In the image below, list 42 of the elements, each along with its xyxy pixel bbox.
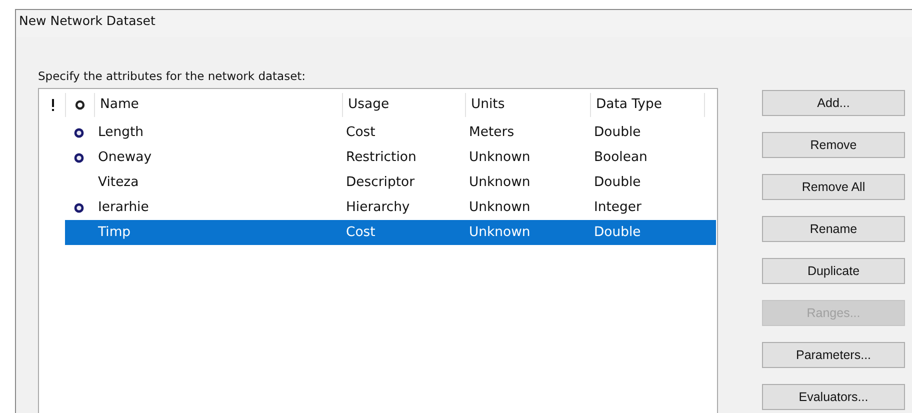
table-cell: Unknown (469, 150, 530, 165)
column-header[interactable]: Units (466, 92, 591, 116)
default-attribute-icon (74, 128, 84, 138)
dialog-button[interactable]: Evaluators... (762, 384, 905, 410)
table-row[interactable]: Ierarhie Hierarchy Unknown Integer (39, 195, 717, 220)
table-row[interactable]: Viteza Descriptor Unknown Double (39, 170, 717, 195)
column-header[interactable]: Data Type (591, 92, 705, 116)
dialog-button[interactable]: Remove All (762, 174, 905, 200)
table-cell: Unknown (469, 175, 530, 190)
dialog-button[interactable]: Duplicate (762, 258, 905, 284)
circle-icon (75, 100, 85, 110)
table-cell: Integer (594, 200, 642, 215)
table-cell: Restriction (346, 150, 416, 165)
table-cell: Double (594, 175, 641, 190)
table-cell: Oneway (98, 150, 152, 165)
table-cell: Double (594, 125, 641, 140)
table-cell: Cost (346, 225, 376, 240)
prompt-text: Specify the attributes for the network dataset: (38, 69, 307, 83)
table-cell: Descriptor (346, 175, 415, 190)
table-cell: Ierarhie (98, 200, 149, 215)
table-row[interactable]: Length Cost Meters Double (39, 120, 717, 145)
table-cell: Timp (98, 225, 131, 240)
column-header[interactable]: Usage (343, 92, 466, 116)
table-row[interactable]: Oneway Restriction Unknown Boolean (39, 145, 717, 170)
table-cell: Cost (346, 125, 376, 140)
table-cell: Hierarchy (346, 200, 410, 215)
table-cell: Viteza (98, 175, 139, 190)
table-cell: Length (98, 125, 144, 140)
table-cell: Boolean (594, 150, 648, 165)
table-cell: Unknown (469, 200, 530, 215)
dialog-button[interactable]: Add... (762, 90, 905, 116)
default-attribute-icon (74, 202, 84, 212)
table-cell: Unknown (469, 225, 530, 240)
exclamation-icon (51, 98, 55, 110)
table-cell: Meters (469, 125, 514, 140)
column-header[interactable]: Name (95, 92, 343, 116)
default-attribute-icon (74, 152, 84, 162)
table-row[interactable]: Timp Cost Unknown Double (65, 220, 716, 245)
table-cell: Double (594, 225, 641, 240)
dialog-button[interactable]: Parameters... (762, 342, 905, 368)
dialog-button[interactable]: Remove (762, 132, 905, 158)
dialog-button[interactable]: Rename (762, 216, 905, 242)
